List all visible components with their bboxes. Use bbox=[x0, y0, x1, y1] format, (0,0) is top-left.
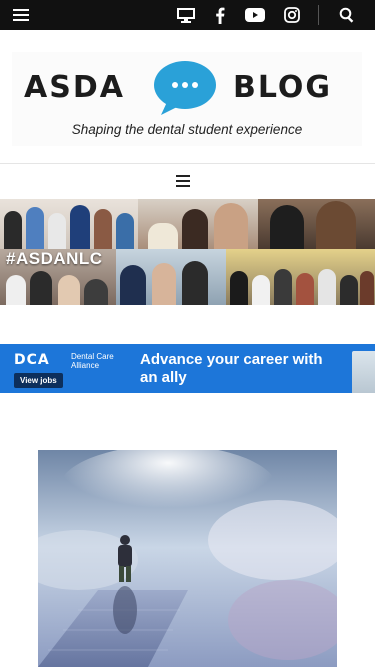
ad-logo-subtitle: Dental Care Alliance bbox=[71, 352, 114, 370]
photo-tile bbox=[226, 249, 375, 305]
view-jobs-button[interactable]: View jobs bbox=[14, 373, 63, 388]
dca-advertisement[interactable]: DCA Dental Care Alliance View jobs Advan… bbox=[0, 344, 375, 393]
header-divider bbox=[0, 163, 375, 164]
menu-icon[interactable] bbox=[10, 0, 32, 30]
site-logo[interactable]: ASDA BLOG Shaping the dental student exp… bbox=[12, 52, 362, 146]
photo-tile bbox=[116, 249, 226, 305]
site-tagline: Shaping the dental student experience bbox=[71, 122, 303, 137]
conference-banner[interactable]: #ASDANLC bbox=[0, 199, 375, 305]
chat-bubble-icon bbox=[153, 60, 217, 121]
topbar-divider bbox=[318, 5, 319, 25]
ad-headline: Advance your career with an ally bbox=[140, 351, 323, 386]
photo-tile bbox=[258, 199, 375, 249]
ad-logo: DCA bbox=[14, 352, 50, 368]
photo-tile bbox=[138, 199, 258, 249]
logo-word-right: BLOG bbox=[233, 70, 333, 105]
menu-toggle-icon[interactable] bbox=[176, 174, 194, 190]
instagram-icon[interactable] bbox=[282, 0, 302, 30]
photo-tile bbox=[0, 199, 138, 249]
facebook-icon[interactable] bbox=[211, 0, 229, 30]
monitor-icon[interactable] bbox=[174, 0, 198, 30]
top-bar bbox=[0, 0, 375, 30]
search-icon[interactable] bbox=[336, 0, 358, 30]
banner-hashtag: #ASDANLC bbox=[6, 249, 103, 268]
logo-word-left: ASDA bbox=[24, 70, 125, 105]
article-featured-image[interactable] bbox=[38, 450, 337, 667]
youtube-icon[interactable] bbox=[243, 0, 267, 30]
ad-photo bbox=[352, 351, 375, 393]
